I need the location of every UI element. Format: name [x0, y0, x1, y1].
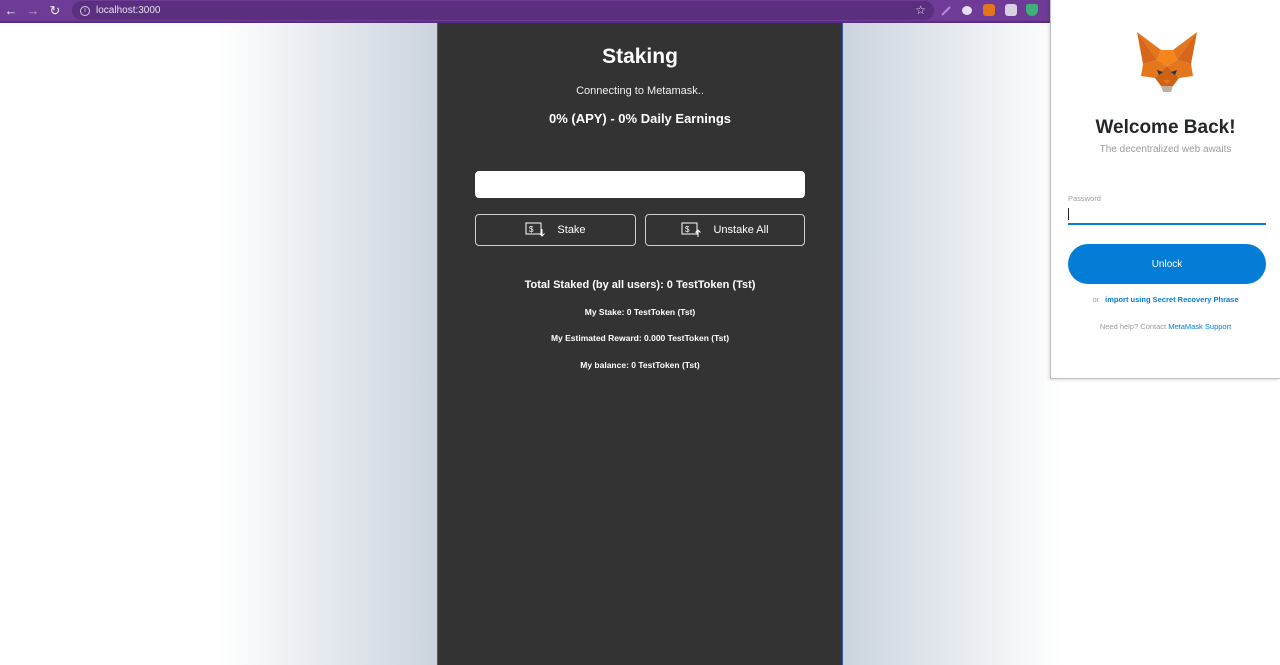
svg-text:$: $: [529, 225, 534, 234]
extension-chat-icon[interactable]: [962, 6, 972, 15]
stake-button[interactable]: $ Stake: [475, 214, 636, 246]
import-row: or import using Secret Recovery Phrase: [1051, 295, 1280, 304]
unstake-button-label: Unstake All: [713, 224, 769, 236]
unstake-icon: $: [681, 222, 702, 237]
password-input[interactable]: [1068, 205, 1266, 225]
help-row: Need help? Contact MetaMask Support: [1051, 322, 1280, 331]
metamask-popup: Welcome Back! The decentralized web awai…: [1050, 0, 1280, 379]
my-stake-stat: My Stake: 0 TestToken (Tst): [584, 307, 696, 317]
svg-text:$: $: [685, 225, 690, 234]
page-title: Staking: [602, 45, 678, 68]
address-bar[interactable]: i localhost:3000 ☆: [72, 1, 934, 20]
stake-button-label: Stake: [557, 224, 586, 236]
connection-status: Connecting to Metamask..: [576, 85, 704, 97]
metamask-support-link[interactable]: MetaMask Support: [1168, 322, 1231, 331]
extension-camera-icon[interactable]: [1005, 4, 1017, 16]
import-recovery-phrase-link[interactable]: import using Secret Recovery Phrase: [1105, 295, 1238, 304]
my-balance-stat: My balance: 0 TestToken (Tst): [580, 360, 700, 370]
or-text: or: [1092, 295, 1100, 304]
my-reward-stat: My Estimated Reward: 0.000 TestToken (Ts…: [550, 333, 730, 343]
site-info-icon[interactable]: i: [80, 5, 90, 16]
metamask-extension-icon[interactable]: [983, 4, 995, 16]
apy-summary: 0% (APY) - 0% Daily Earnings: [548, 111, 732, 126]
staking-panel: Staking Connecting to Metamask.. 0% (APY…: [437, 23, 843, 665]
stake-amount-input[interactable]: [475, 171, 805, 198]
reload-icon[interactable]: ↻: [44, 0, 66, 21]
unlock-button[interactable]: Unlock: [1068, 244, 1266, 284]
password-label: Password: [1068, 194, 1101, 203]
welcome-heading: Welcome Back!: [1095, 117, 1236, 138]
metamask-fox-icon: [1137, 32, 1197, 92]
stake-icon: $: [525, 222, 546, 237]
url-text[interactable]: localhost:3000: [96, 5, 161, 16]
extension-shield-icon[interactable]: [1026, 4, 1038, 16]
forward-arrow-icon[interactable]: →: [22, 0, 44, 21]
extension-feather-icon[interactable]: [940, 4, 952, 16]
bookmark-star-icon[interactable]: ☆: [915, 3, 926, 17]
text-caret: [1068, 208, 1069, 220]
welcome-tagline: The decentralized web awaits: [1099, 144, 1232, 155]
help-text: Need help? Contact: [1099, 322, 1167, 331]
unstake-all-button[interactable]: $ Unstake All: [645, 214, 805, 246]
total-staked-stat: Total Staked (by all users): 0 TestToken…: [524, 279, 756, 291]
back-arrow-icon[interactable]: ←: [0, 0, 22, 21]
unlock-button-label: Unlock: [1151, 258, 1183, 270]
